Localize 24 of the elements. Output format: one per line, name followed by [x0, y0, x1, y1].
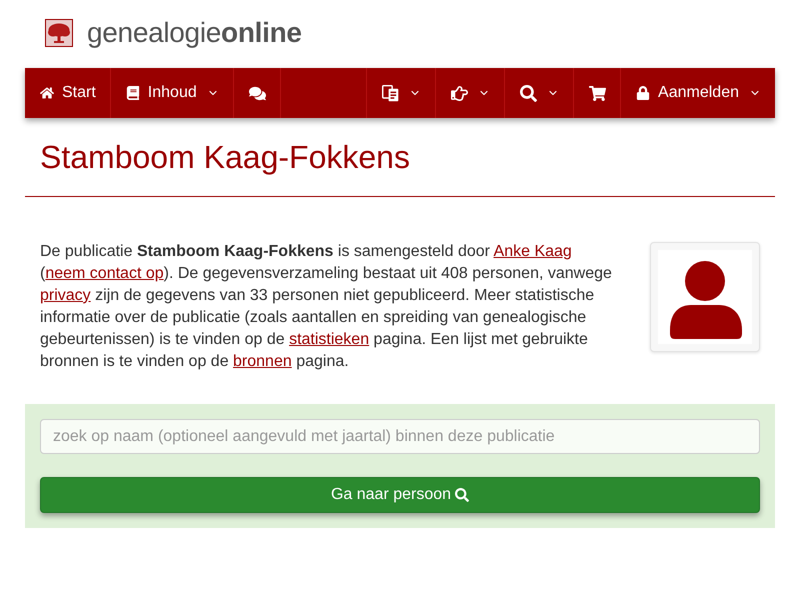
home-icon — [40, 86, 54, 100]
pointing-hand-icon — [451, 84, 468, 102]
chat-bubbles-icon — [248, 84, 266, 102]
text-link[interactable]: Anke Kaag — [494, 243, 572, 260]
cart-icon — [589, 84, 606, 102]
text-link[interactable]: statistieken — [289, 331, 370, 348]
nav-link[interactable]: Inhoud — [110, 68, 234, 118]
site-logo-text[interactable]: genealogieonline — [87, 12, 302, 54]
nav-link[interactable]: Aanmelden — [620, 68, 775, 118]
lock-icon — [636, 86, 650, 100]
page-title: Stamboom Kaag-Fokkens — [40, 140, 411, 175]
intro-paragraph: De publicatie Stamboom Kaag-Fokkens is samengesteld door Anke Kaag (neem contact op). De gegevensverzameling bestaat uit 408 personen, vanwege privacy zijn de gegevens van 33 personen niet gepubliceerd. Meer statistische informatie over de publicatie (zoals aantallen en spreiding van genealogische gebeurtenissen) is te vinden op de statistieken pagina. Een lijst met gebruikte bronnen is te vinden op de bronnen pagina. — [40, 242, 613, 372]
search-field[interactable]: zoek op naam (optioneel aangevuld met jaartal) binnen deze publicatie — [40, 419, 760, 454]
search-icon — [520, 84, 538, 102]
tree-logo-icon — [45, 19, 73, 47]
translate-icon — [382, 84, 400, 102]
person-silhouette-icon — [658, 250, 752, 344]
search-icon — [455, 488, 470, 502]
go-to-person-button[interactable]: Ga naar persoon — [40, 477, 760, 513]
text-link[interactable]: neem contact op — [45, 265, 164, 282]
nav-link[interactable]: Start — [25, 68, 111, 118]
text-link[interactable]: privacy — [40, 287, 91, 304]
text-link[interactable]: bronnen — [233, 353, 292, 370]
book-icon — [126, 86, 140, 100]
